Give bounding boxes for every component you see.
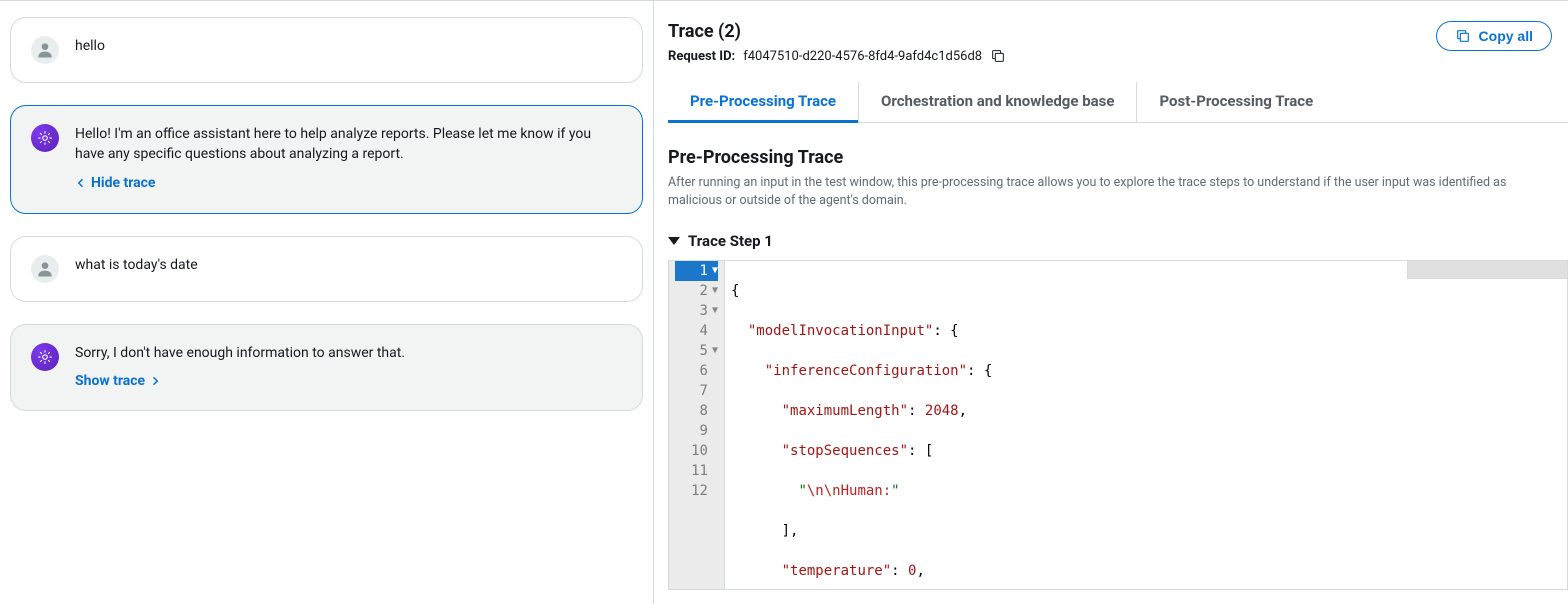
- chat-message-assistant: Sorry, I don't have enough information t…: [10, 324, 643, 411]
- message-text: Hello! I'm an office assistant here to h…: [75, 124, 622, 165]
- assistant-avatar-icon: [31, 124, 59, 152]
- assistant-avatar-icon: [31, 343, 59, 371]
- message-text: Sorry, I don't have enough information t…: [75, 343, 622, 363]
- request-id-label: Request ID:: [668, 49, 735, 64]
- caret-down-icon: [668, 237, 680, 245]
- message-text: what is today's date: [75, 255, 622, 275]
- line-gutter: 1▼ 2▼ 3▼ 4▼ 5▼ 6▼ 7▼ 8▼ 9▼ 10▼ 11▼ 12▼: [669, 261, 725, 589]
- tab-orchestration[interactable]: Orchestration and knowledge base: [859, 82, 1137, 122]
- chat-message-user: what is today's date: [10, 236, 643, 302]
- trace-tabs: Pre-Processing Trace Orchestration and k…: [668, 82, 1568, 123]
- tab-post-processing[interactable]: Post-Processing Trace: [1137, 82, 1335, 122]
- request-id-value: f4047510-d220-4576-8fd4-9afd4c1d56d8: [743, 49, 982, 64]
- tab-pre-processing[interactable]: Pre-Processing Trace: [668, 82, 859, 122]
- user-avatar-icon: [31, 255, 59, 283]
- chat-message-user: hello: [10, 17, 643, 83]
- show-trace-button[interactable]: Show trace: [75, 371, 161, 391]
- hide-trace-button[interactable]: Hide trace: [75, 173, 156, 193]
- copy-all-button[interactable]: Copy all: [1436, 21, 1552, 51]
- section-description: After running an input in the test windo…: [668, 174, 1568, 210]
- horizontal-scroll-thumb[interactable]: [1407, 261, 1567, 279]
- message-text: hello: [75, 36, 622, 56]
- code-body: { "modelInvocationInput": { "inferenceCo…: [725, 261, 1567, 589]
- chat-message-assistant: Hello! I'm an office assistant here to h…: [10, 105, 643, 214]
- chat-panel: hello Hello! I'm an office assistant her…: [0, 1, 654, 604]
- trace-panel: Trace (2) Request ID: f4047510-d220-4576…: [654, 1, 1568, 604]
- section-title: Pre-Processing Trace: [668, 147, 1568, 168]
- copy-request-id-icon[interactable]: [990, 48, 1006, 64]
- trace-title: Trace (2): [668, 21, 1006, 42]
- user-avatar-icon: [31, 36, 59, 64]
- code-editor[interactable]: 1▼ 2▼ 3▼ 4▼ 5▼ 6▼ 7▼ 8▼ 9▼ 10▼ 11▼ 12▼ {…: [668, 260, 1568, 590]
- trace-step-toggle[interactable]: Trace Step 1: [668, 232, 1568, 250]
